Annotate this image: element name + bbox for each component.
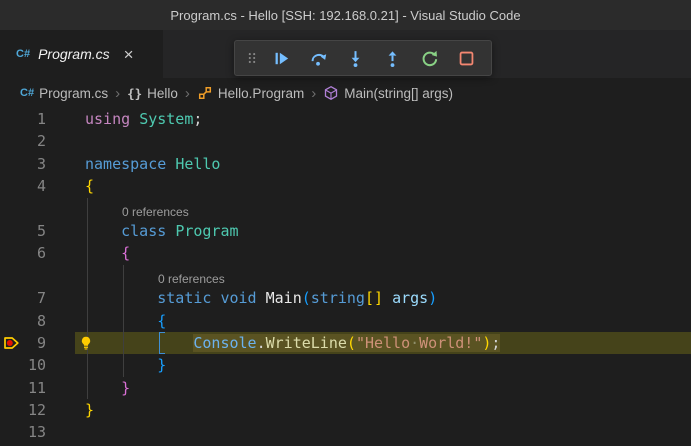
gripper-icon (245, 51, 259, 65)
code-line: 1 using System; (0, 108, 691, 130)
namespace-icon: {} (127, 86, 142, 101)
code-content[interactable]: { (85, 242, 130, 264)
code-content[interactable]: { (85, 175, 94, 197)
debug-current-statement[interactable]: Console.WriteLine("Hello·World!"); (193, 334, 500, 352)
window-title: Program.cs - Hello [SSH: 192.168.0.21] -… (170, 8, 520, 23)
indent-guide (87, 198, 88, 220)
line-number: 4 (0, 175, 46, 197)
code-content[interactable]: } (85, 354, 166, 376)
restart-icon (420, 49, 439, 68)
csharp-file-icon: C# (20, 87, 34, 99)
breadcrumb-item-main-string-args-[interactable]: Main(string[] args) (323, 85, 453, 101)
breadcrumb-separator: › (185, 85, 190, 102)
vscode-window: Program.cs - Hello [SSH: 192.168.0.21] -… (0, 0, 691, 446)
stop-button[interactable] (448, 43, 485, 73)
step-out-button[interactable] (374, 43, 411, 73)
breadcrumb-label: Hello (147, 86, 178, 101)
code-line: 6 { (0, 242, 691, 264)
breadcrumb: C# Program.cs › {} Hello › Hello.Program › Main(… (0, 78, 691, 108)
code-content[interactable]: } (85, 399, 94, 421)
breadcrumb-label: Main(string[] args) (344, 86, 453, 101)
stop-icon (457, 49, 476, 68)
line-number: 5 (0, 220, 46, 242)
line-number: 8 (0, 310, 46, 332)
csharp-file-icon: C# (16, 48, 30, 60)
continue-button[interactable] (263, 43, 300, 73)
tab-program-cs[interactable]: C# Program.cs × (0, 30, 163, 78)
code-content[interactable]: class Program (85, 220, 239, 242)
method-icon (323, 85, 339, 101)
line-number: 3 (0, 153, 46, 175)
indent-guide (123, 265, 124, 287)
code-content[interactable]: static void Main(string[] args) (85, 287, 437, 309)
line-number: 7 (0, 287, 46, 309)
continue-icon (272, 49, 291, 68)
codelens-row: 0 references (0, 198, 691, 220)
debug-toolbar (234, 40, 492, 76)
code-line: 7 static void Main(string[] args) (0, 287, 691, 309)
step-into-button[interactable] (337, 43, 374, 73)
breadcrumb-separator: › (115, 85, 120, 102)
code-line: 10 } (0, 354, 691, 376)
line-number: 6 (0, 242, 46, 264)
breadcrumb-separator: › (311, 85, 316, 102)
breadcrumb-item-program-cs[interactable]: C# Program.cs (20, 86, 108, 101)
code-content[interactable]: } (85, 377, 130, 399)
codelens-row: 0 references (0, 265, 691, 287)
editor-code-area[interactable]: 1using System;23namespace Hello4{0 refer… (0, 108, 691, 446)
code-content[interactable]: { (85, 310, 166, 332)
code-content[interactable]: Console.WriteLine("Hello·World!"); (85, 332, 500, 354)
code-line: 2 (0, 130, 691, 152)
code-content[interactable]: using System; (85, 108, 202, 130)
code-line: 12} (0, 399, 691, 421)
step-over-icon (309, 49, 328, 68)
class-icon (197, 85, 213, 101)
tab-close-icon[interactable]: × (124, 46, 134, 63)
step-out-icon (383, 49, 402, 68)
line-number: 12 (0, 399, 46, 421)
step-over-button[interactable] (300, 43, 337, 73)
breadcrumb-item-hello[interactable]: {} Hello (127, 86, 178, 101)
code-line: 8 { (0, 310, 691, 332)
lightbulb-icon[interactable] (78, 335, 94, 351)
breadcrumb-label: Hello.Program (218, 86, 304, 101)
step-into-icon (346, 49, 365, 68)
tab-label: Program.cs (38, 46, 110, 62)
code-line: 11 } (0, 377, 691, 399)
line-number: 1 (0, 108, 46, 130)
debug-pointer-icon[interactable] (2, 335, 20, 351)
window-titlebar[interactable]: Program.cs - Hello [SSH: 192.168.0.21] -… (0, 0, 691, 30)
line-number: 10 (0, 354, 46, 376)
restart-button[interactable] (411, 43, 448, 73)
code-line: 3 namespace Hello (0, 153, 691, 175)
code-line: 13 (0, 421, 691, 443)
indent-guide (87, 265, 88, 287)
breadcrumb-item-hello-program[interactable]: Hello.Program (197, 85, 304, 101)
line-number: 13 (0, 421, 46, 443)
code-line: 4{ (0, 175, 691, 197)
code-line: 9 Console.WriteLine("Hello·World!"); (0, 332, 691, 354)
code-content[interactable]: namespace Hello (85, 153, 220, 175)
toolbar-drag-handle[interactable] (241, 44, 263, 72)
line-number: 11 (0, 377, 46, 399)
code-line: 5 class Program (0, 220, 691, 242)
breadcrumb-label: Program.cs (39, 86, 108, 101)
line-number: 2 (0, 130, 46, 152)
